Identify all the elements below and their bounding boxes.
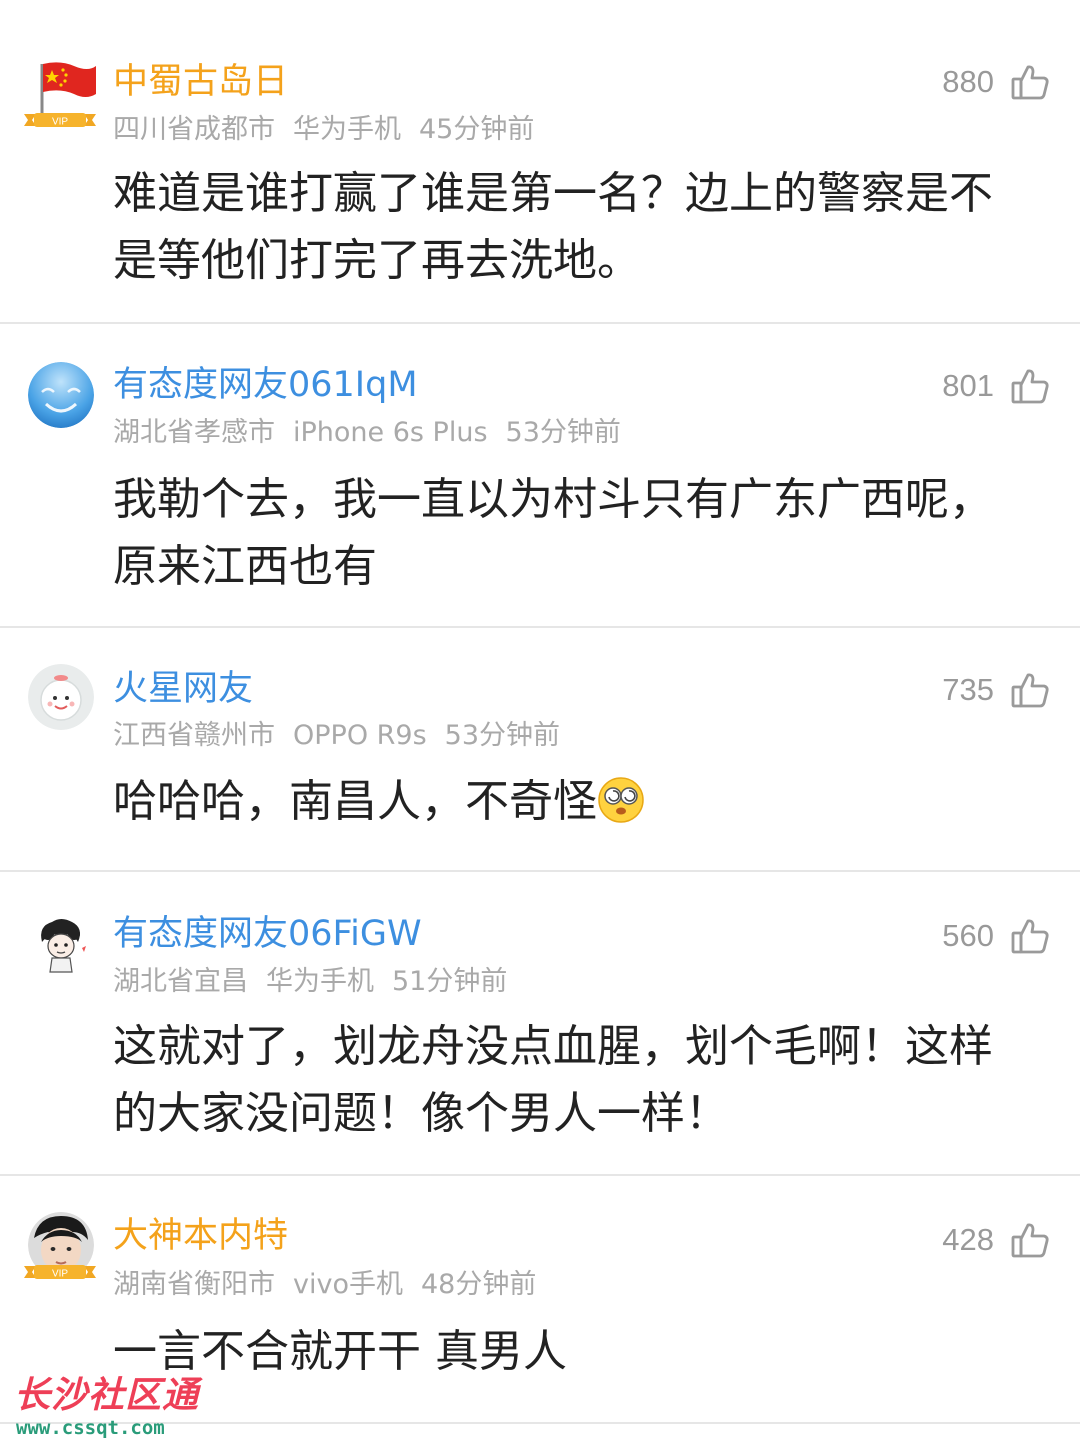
vip-badge: VIP [24, 112, 96, 128]
device: OPPO R9s [293, 720, 427, 751]
comment-text: 一言不合就开干 真男人 [113, 1326, 567, 1377]
location: 湖北省宜昌 [113, 966, 248, 997]
like-button[interactable]: 428 [942, 1218, 1050, 1262]
username[interactable]: 大神本内特 [113, 1216, 288, 1256]
vip-badge: VIP [24, 1264, 96, 1280]
china-flag-avatar-icon[interactable] [30, 58, 102, 118]
timestamp: 45分钟前 [419, 114, 535, 145]
timestamp: 51分钟前 [392, 966, 508, 997]
dizzy-eyes-emoji-icon [597, 776, 645, 824]
location: 湖北省孝感市 [113, 417, 275, 448]
comment-item: 火星网友 江西省赣州市 OPPO R9s 53分钟前 哈哈哈，南昌人，不奇怪 735 [0, 628, 1080, 872]
comment-item: 有态度网友06FiGW 湖北省宜昌 华为手机 51分钟前 这就对了，划龙舟没点血腥，… [0, 872, 1080, 1176]
thumbs-up-icon [1010, 366, 1050, 406]
comment-meta: 湖南省衡阳市 vivo手机 48分钟前 [113, 1269, 554, 1301]
like-button[interactable]: 560 [942, 914, 1050, 958]
sky-face-avatar-icon[interactable] [28, 362, 94, 428]
device: iPhone 6s Plus [293, 417, 488, 448]
comment-meta: 湖北省宜昌 华为手机 51分钟前 [113, 966, 525, 998]
like-count: 560 [942, 918, 994, 953]
timestamp: 53分钟前 [444, 720, 561, 751]
like-count: 735 [942, 672, 994, 707]
comment-list: VIP 中蜀古岛日 四川省成都市 华为手机 45分钟前 难道是谁打赢了谁是第一名？边… [0, 0, 1080, 1450]
like-button[interactable]: 801 [942, 364, 1050, 408]
device: vivo手机 [293, 1269, 403, 1300]
device: 华为手机 [266, 966, 374, 997]
username[interactable]: 有态度网友061IqM [113, 365, 418, 405]
thumbs-up-icon [1010, 62, 1050, 102]
location: 四川省成都市 [113, 114, 275, 145]
comment-meta: 江西省赣州市 OPPO R9s 53分钟前 [113, 720, 578, 752]
timestamp: 53分钟前 [505, 417, 621, 448]
comment-meta: 四川省成都市 华为手机 45分钟前 [113, 114, 552, 146]
thumbs-up-icon [1010, 1220, 1050, 1260]
cartoon-ghost-avatar-icon[interactable] [28, 664, 94, 730]
vip-label: VIP [52, 1269, 68, 1280]
location: 江西省赣州市 [113, 720, 275, 751]
username[interactable]: 有态度网友06FiGW [113, 914, 422, 954]
timestamp: 48分钟前 [420, 1269, 537, 1300]
comment-text: 这就对了，划龙舟没点血腥，划个毛啊！这样的大家没问题！像个男人一样！ [113, 1021, 993, 1139]
like-button[interactable]: 880 [942, 60, 1050, 104]
watermark: 长沙社区通 www.cssqt.com [10, 1376, 220, 1446]
like-count: 801 [942, 368, 994, 403]
comment-meta: 湖北省孝感市 iPhone 6s Plus 53分钟前 [113, 417, 639, 449]
location: 湖南省衡阳市 [113, 1269, 275, 1300]
comment-item: 有态度网友061IqM 湖北省孝感市 iPhone 6s Plus 53分钟前 我勒… [0, 324, 1080, 628]
username[interactable]: 中蜀古岛日 [113, 62, 288, 102]
comment-item: VIP 中蜀古岛日 四川省成都市 华为手机 45分钟前 难道是谁打赢了谁是第一名？边… [0, 0, 1080, 324]
like-count: 428 [942, 1222, 994, 1257]
watermark-title: 长沙社区通 [14, 1375, 200, 1416]
watermark-url: www.cssqt.com [16, 1417, 165, 1439]
afro-doodle-avatar-icon[interactable] [28, 912, 94, 978]
thumbs-up-icon [1010, 916, 1050, 956]
like-count: 880 [942, 64, 994, 99]
username[interactable]: 火星网友 [113, 669, 253, 709]
comment-text: 难道是谁打赢了谁是第一名？边上的警察是不是等他们打完了再去洗地。 [113, 168, 993, 286]
device: 华为手机 [293, 114, 401, 145]
comment-text: 我勒个去，我一直以为村斗只有广东广西呢，原来江西也有 [113, 474, 993, 592]
comment-text-content: 哈哈哈，南昌人，不奇怪 [113, 776, 597, 827]
like-button[interactable]: 735 [942, 668, 1050, 712]
thumbs-up-icon [1010, 670, 1050, 710]
vip-label: VIP [52, 117, 68, 128]
comment-text: 哈哈哈，南昌人，不奇怪 [113, 768, 1013, 835]
